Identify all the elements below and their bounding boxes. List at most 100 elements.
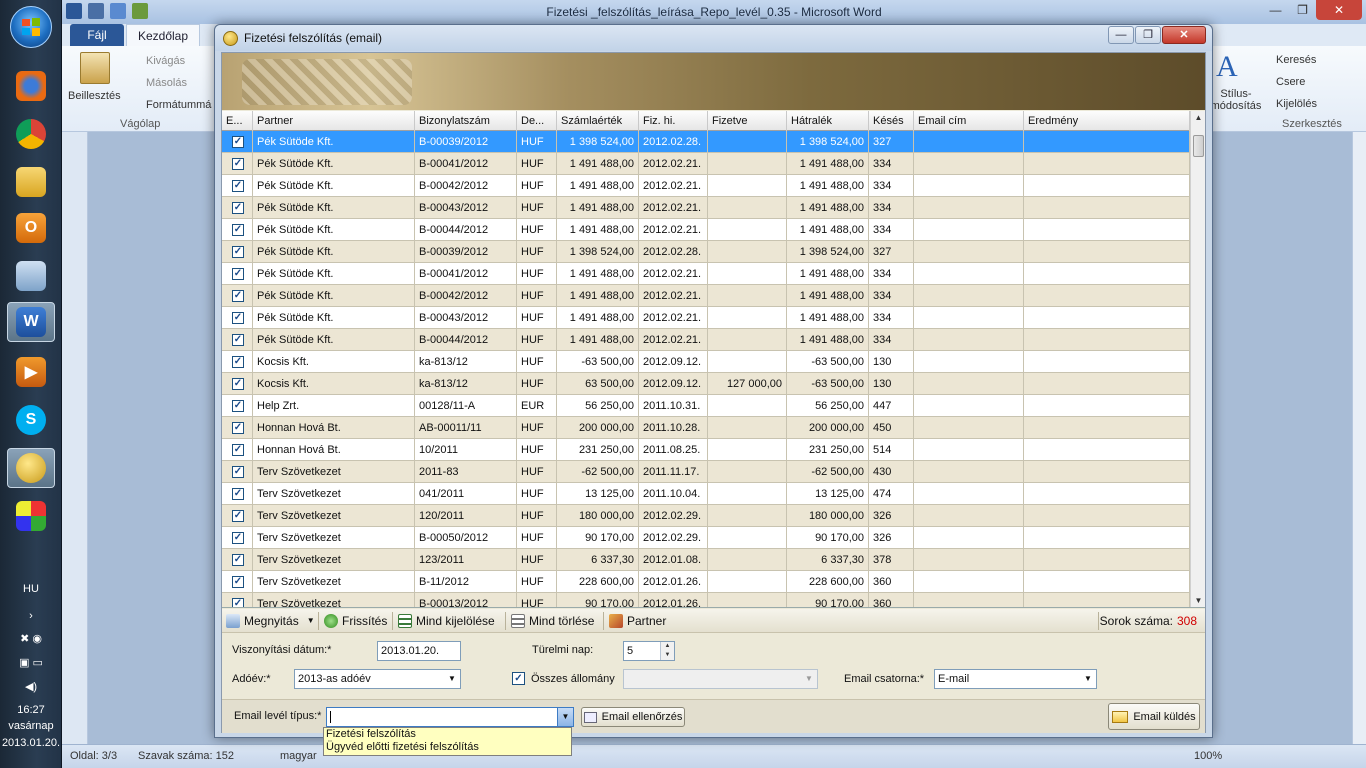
status-language[interactable]: magyar	[280, 750, 317, 762]
dialog-close-button[interactable]: ✕	[1162, 26, 1206, 44]
cell-partner[interactable]: Terv Szövetkezet	[253, 527, 415, 549]
cell-email[interactable]	[914, 351, 1024, 373]
grid-scrollbar[interactable]: ▲ ▼	[1190, 111, 1205, 607]
cell-days-late[interactable]: 334	[869, 175, 914, 197]
cell-currency[interactable]: HUF	[517, 263, 557, 285]
cell-amount[interactable]: 63 500,00	[557, 373, 639, 395]
clock-date[interactable]: 2013.01.20.	[0, 737, 62, 749]
grace-days-stepper[interactable]: 5 ▲ ▼	[623, 641, 675, 661]
grace-days-spinner[interactable]: ▲ ▼	[660, 642, 674, 660]
cell-remaining[interactable]: -63 500,00	[787, 373, 869, 395]
cell-days-late[interactable]: 334	[869, 263, 914, 285]
media-player-taskbar-button[interactable]: ▶	[7, 352, 55, 392]
row-checkbox[interactable]: ✓	[232, 334, 244, 346]
cell-amount[interactable]: 200 000,00	[557, 417, 639, 439]
cell-remaining[interactable]: 1 491 488,00	[787, 307, 869, 329]
tax-year-select[interactable]: 2013-as adóév ▼	[294, 669, 461, 689]
cell-result[interactable]	[1024, 505, 1190, 527]
cell-email[interactable]	[914, 153, 1024, 175]
cell-partner[interactable]: Honnan Hová Bt.	[253, 417, 415, 439]
cell-doc-number[interactable]: B-00044/2012	[415, 219, 517, 241]
file-select[interactable]: ▼	[623, 669, 818, 689]
cell-amount[interactable]: 90 170,00	[557, 527, 639, 549]
row-checkbox[interactable]: ✓	[232, 488, 244, 500]
word-app-icon[interactable]	[66, 3, 82, 19]
cell-email[interactable]	[914, 593, 1024, 607]
cell-remaining[interactable]: 1 491 488,00	[787, 153, 869, 175]
check-email-button[interactable]: Email ellenőrzés	[581, 707, 685, 727]
cell-doc-number[interactable]: B-00050/2012	[415, 527, 517, 549]
cell-partner[interactable]: Pék Sütöde Kft.	[253, 175, 415, 197]
letter-type-option[interactable]: Ügyvéd előtti fizetési felszólítás	[324, 741, 571, 754]
scroll-down-icon[interactable]: ▼	[1191, 594, 1205, 607]
cell-partner[interactable]: Pék Sütöde Kft.	[253, 263, 415, 285]
volume-icon[interactable]: ◀)	[0, 680, 62, 693]
paste-icon[interactable]	[80, 52, 110, 84]
cell-result[interactable]	[1024, 175, 1190, 197]
open-dropdown-icon[interactable]: ▼	[307, 612, 315, 630]
cell-days-late[interactable]: 360	[869, 571, 914, 593]
cell-due-date[interactable]: 2012.02.21.	[639, 219, 708, 241]
cell-partner[interactable]: Kocsis Kft.	[253, 351, 415, 373]
cell-due-date[interactable]: 2012.02.21.	[639, 285, 708, 307]
cell-remaining[interactable]: 1 491 488,00	[787, 219, 869, 241]
cell-doc-number[interactable]: 041/2011	[415, 483, 517, 505]
column-header-check[interactable]: E...	[222, 111, 253, 131]
open-button[interactable]: Megnyitás ▼	[226, 612, 315, 630]
row-checkbox[interactable]: ✓	[232, 180, 244, 192]
row-checkbox[interactable]: ✓	[232, 290, 244, 302]
cell-result[interactable]	[1024, 395, 1190, 417]
cell-paid[interactable]	[708, 197, 787, 219]
outlook-taskbar-button[interactable]: O	[7, 208, 55, 248]
cell-amount[interactable]: -62 500,00	[557, 461, 639, 483]
cell-due-date[interactable]: 2012.02.21.	[639, 307, 708, 329]
cell-days-late[interactable]: 378	[869, 549, 914, 571]
cell-partner[interactable]: Pék Sütöde Kft.	[253, 241, 415, 263]
cell-remaining[interactable]: 1 491 488,00	[787, 175, 869, 197]
language-indicator[interactable]: HU	[0, 583, 62, 595]
all-files-checkbox[interactable]: ✓	[512, 672, 525, 685]
cell-doc-number[interactable]: AB-00011/11	[415, 417, 517, 439]
cell-partner[interactable]: Help Zrt.	[253, 395, 415, 417]
cell-days-late[interactable]: 327	[869, 241, 914, 263]
cell-currency[interactable]: HUF	[517, 307, 557, 329]
cell-email[interactable]	[914, 131, 1024, 153]
tab-home[interactable]: Kezdőlap	[126, 24, 200, 46]
cell-paid[interactable]	[708, 395, 787, 417]
firefox-taskbar-button[interactable]	[7, 66, 55, 106]
cell-result[interactable]	[1024, 373, 1190, 395]
column-header-paid[interactable]: Fizetve	[708, 111, 787, 131]
table-row[interactable]: ✓ Terv Szövetkezet 120/2011 HUF 180 000,00 20…	[222, 505, 1190, 527]
row-checkbox[interactable]: ✓	[232, 554, 244, 566]
cell-days-late[interactable]: 334	[869, 153, 914, 175]
cell-doc-number[interactable]: B-00041/2012	[415, 263, 517, 285]
row-checkbox[interactable]: ✓	[232, 356, 244, 368]
cell-doc-number[interactable]: 123/2011	[415, 549, 517, 571]
cell-email[interactable]	[914, 395, 1024, 417]
cell-result[interactable]	[1024, 549, 1190, 571]
cell-doc-number[interactable]: B-00042/2012	[415, 285, 517, 307]
cell-days-late[interactable]: 130	[869, 351, 914, 373]
cell-currency[interactable]: HUF	[517, 175, 557, 197]
table-row[interactable]: ✓ Honnan Hová Bt. 10/2011 HUF 231 250,00 2011…	[222, 439, 1190, 461]
cell-remaining[interactable]: 228 600,00	[787, 571, 869, 593]
cell-email[interactable]	[914, 527, 1024, 549]
cell-partner[interactable]: Pék Sütöde Kft.	[253, 219, 415, 241]
cell-doc-number[interactable]: B-00044/2012	[415, 329, 517, 351]
row-checkbox[interactable]: ✓	[232, 598, 244, 607]
cell-email[interactable]	[914, 461, 1024, 483]
change-styles-button[interactable]: Stílus-módosítás	[1210, 88, 1262, 112]
cell-amount[interactable]: 1 398 524,00	[557, 131, 639, 153]
cell-remaining[interactable]: 1 491 488,00	[787, 285, 869, 307]
cell-currency[interactable]: HUF	[517, 219, 557, 241]
cell-days-late[interactable]: 327	[869, 131, 914, 153]
cell-amount[interactable]: 1 491 488,00	[557, 153, 639, 175]
cell-due-date[interactable]: 2011.08.25.	[639, 439, 708, 461]
cell-result[interactable]	[1024, 285, 1190, 307]
cell-doc-number[interactable]: 2011-83	[415, 461, 517, 483]
network-icon[interactable]: ✖ ◉	[0, 632, 62, 645]
cell-currency[interactable]: HUF	[517, 153, 557, 175]
cell-days-late[interactable]: 334	[869, 285, 914, 307]
cell-email[interactable]	[914, 417, 1024, 439]
spin-up-icon[interactable]: ▲	[661, 642, 674, 651]
